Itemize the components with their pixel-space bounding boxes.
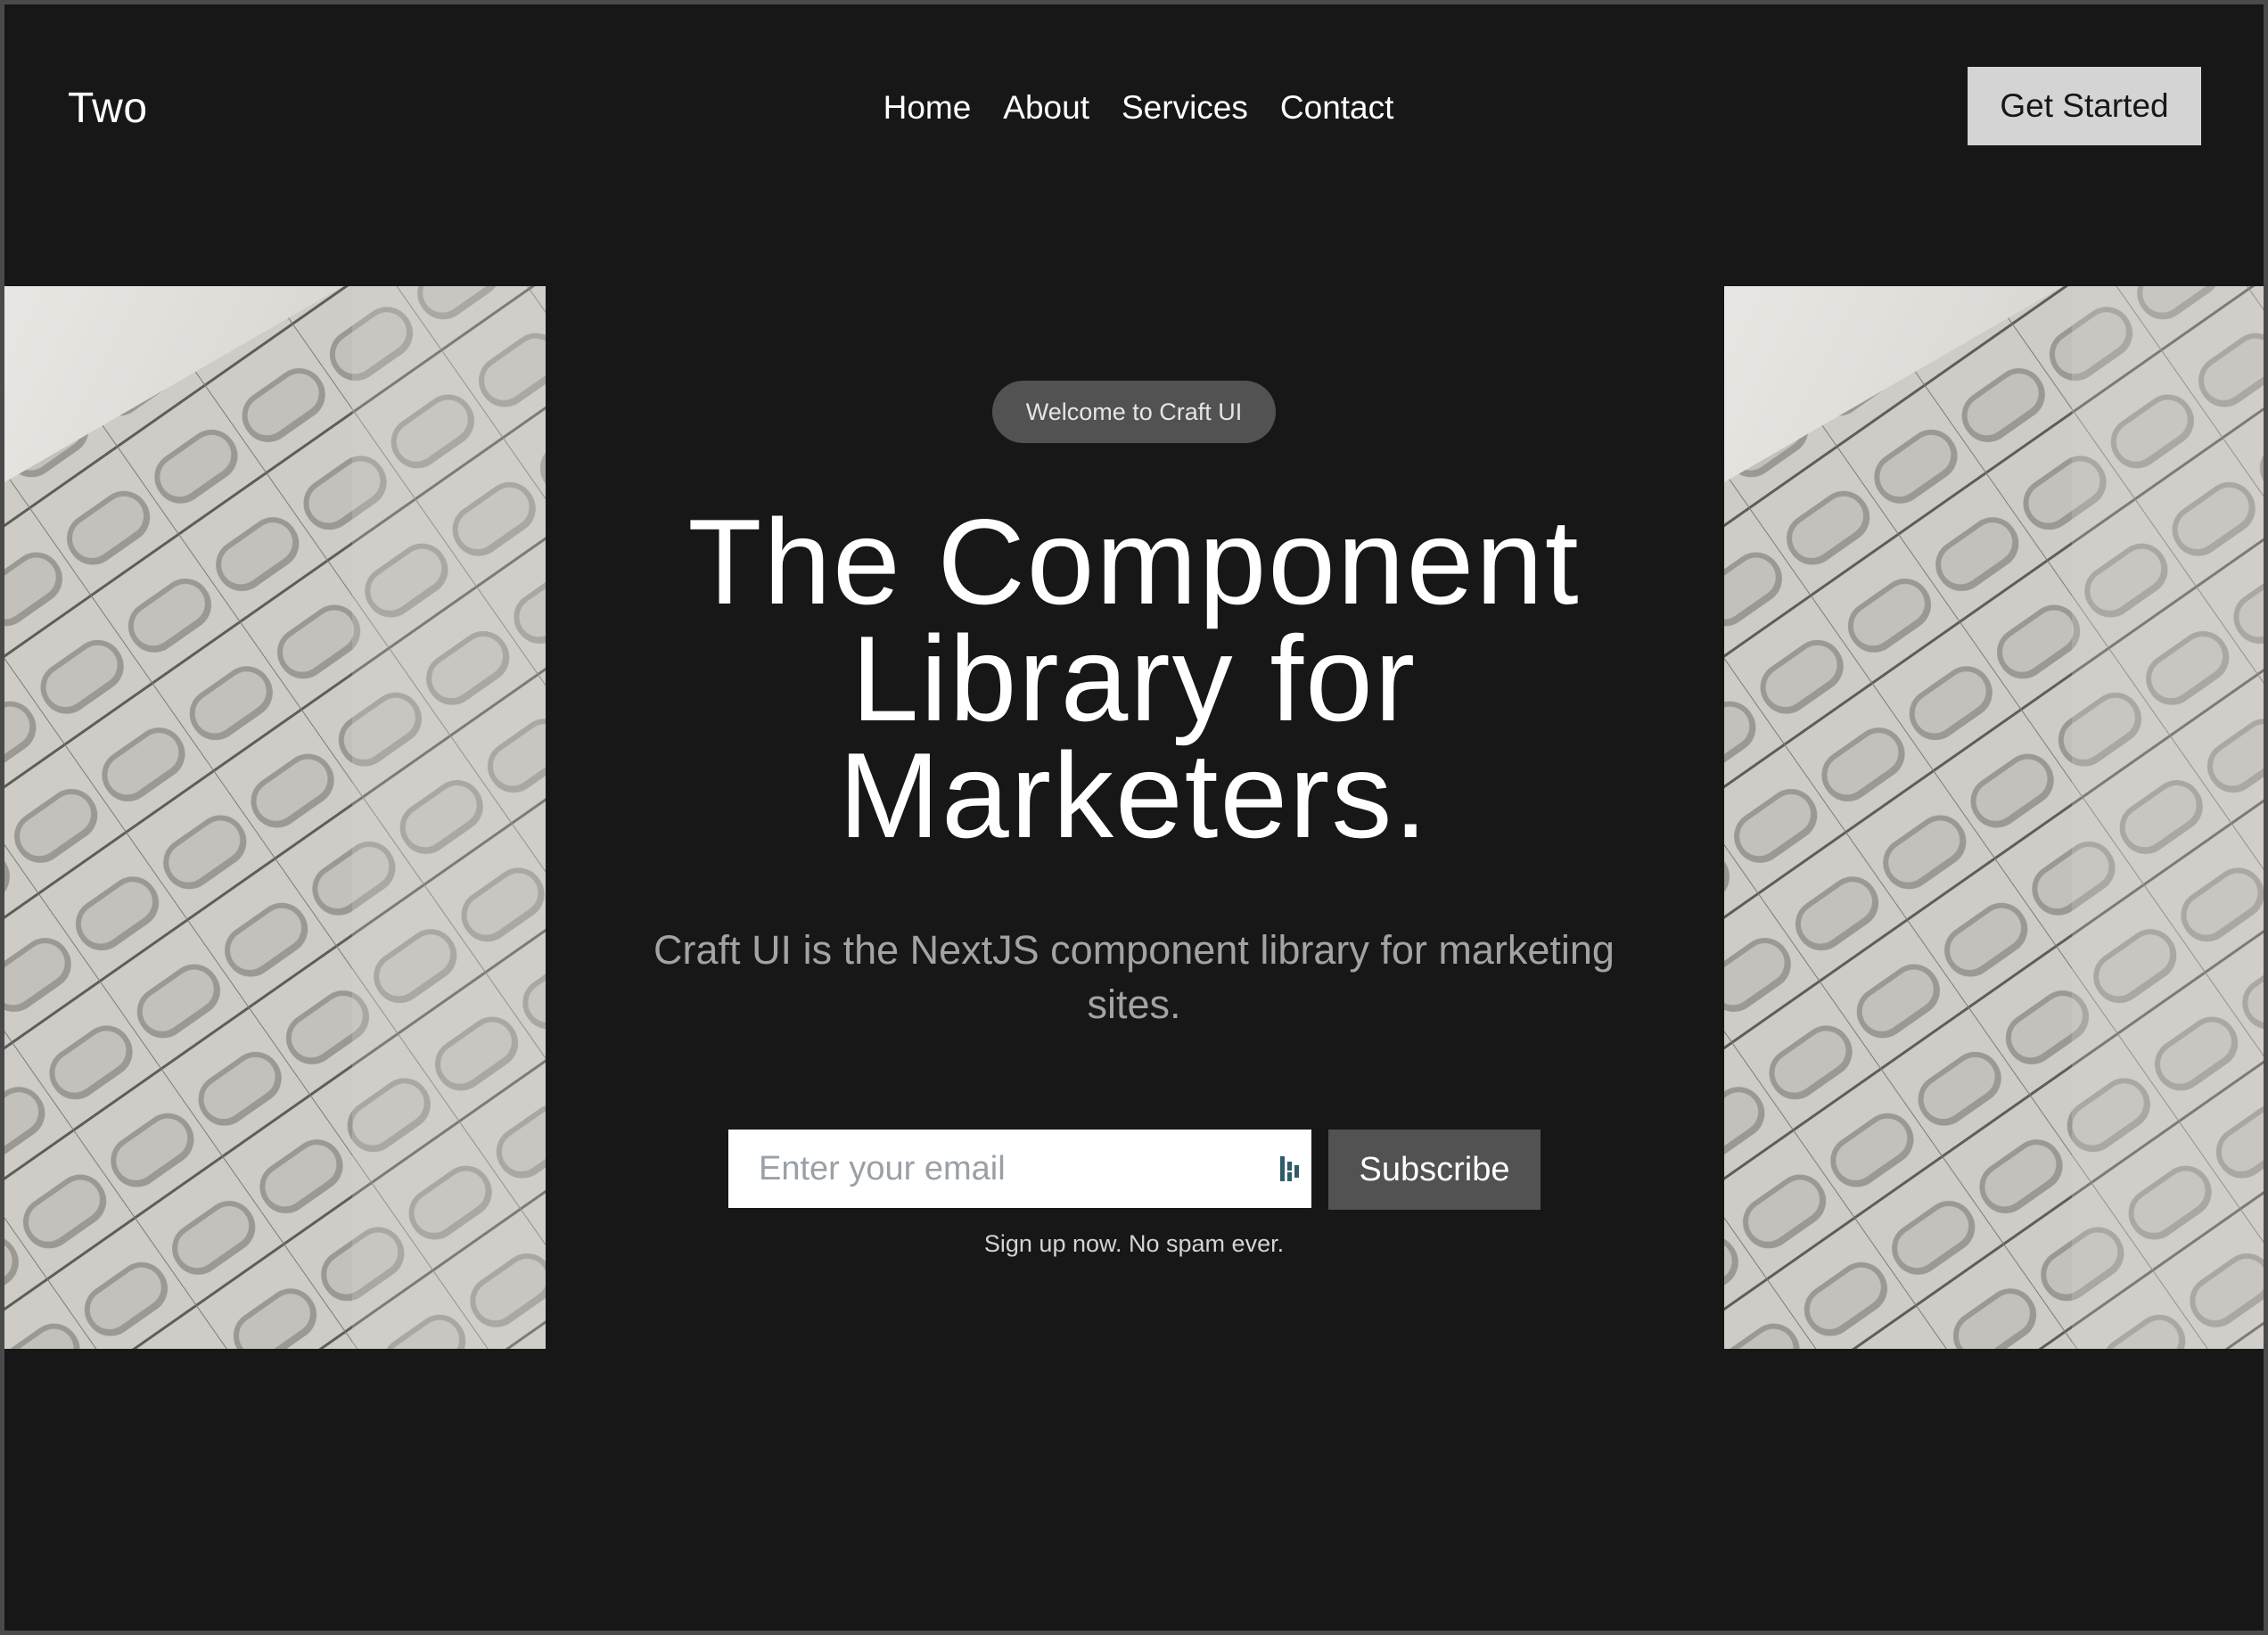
hero-headline: The Component Library for Marketers.: [584, 494, 1684, 863]
main-nav: Home About Services Contact: [4, 85, 2264, 131]
headline-line-1: The Component: [687, 494, 1581, 629]
nav-link-contact[interactable]: Contact: [1280, 85, 1394, 131]
hero-image-right: [1724, 286, 2264, 1349]
hero-image-left: [4, 286, 546, 1349]
subscribe-button[interactable]: Subscribe: [1328, 1130, 1541, 1210]
password-manager-icon[interactable]: [1279, 1154, 1302, 1183]
nav-link-about[interactable]: About: [1003, 85, 1089, 131]
headline-line-2: Library for: [850, 611, 1418, 746]
nav-link-home[interactable]: Home: [883, 85, 972, 131]
nav-link-services[interactable]: Services: [1122, 85, 1248, 131]
signup-note: Sign up now. No spam ever.: [983, 1230, 1285, 1257]
page: Two Home About Services Contact Get Star…: [4, 4, 2264, 1631]
welcome-badge: Welcome to Craft UI: [992, 381, 1276, 443]
get-started-button[interactable]: Get Started: [1968, 67, 2201, 145]
headline-line-3: Marketers.: [838, 727, 1430, 863]
email-input[interactable]: [728, 1130, 1311, 1208]
hero-subtitle: Craft UI is the NextJS component library…: [653, 927, 1615, 1027]
